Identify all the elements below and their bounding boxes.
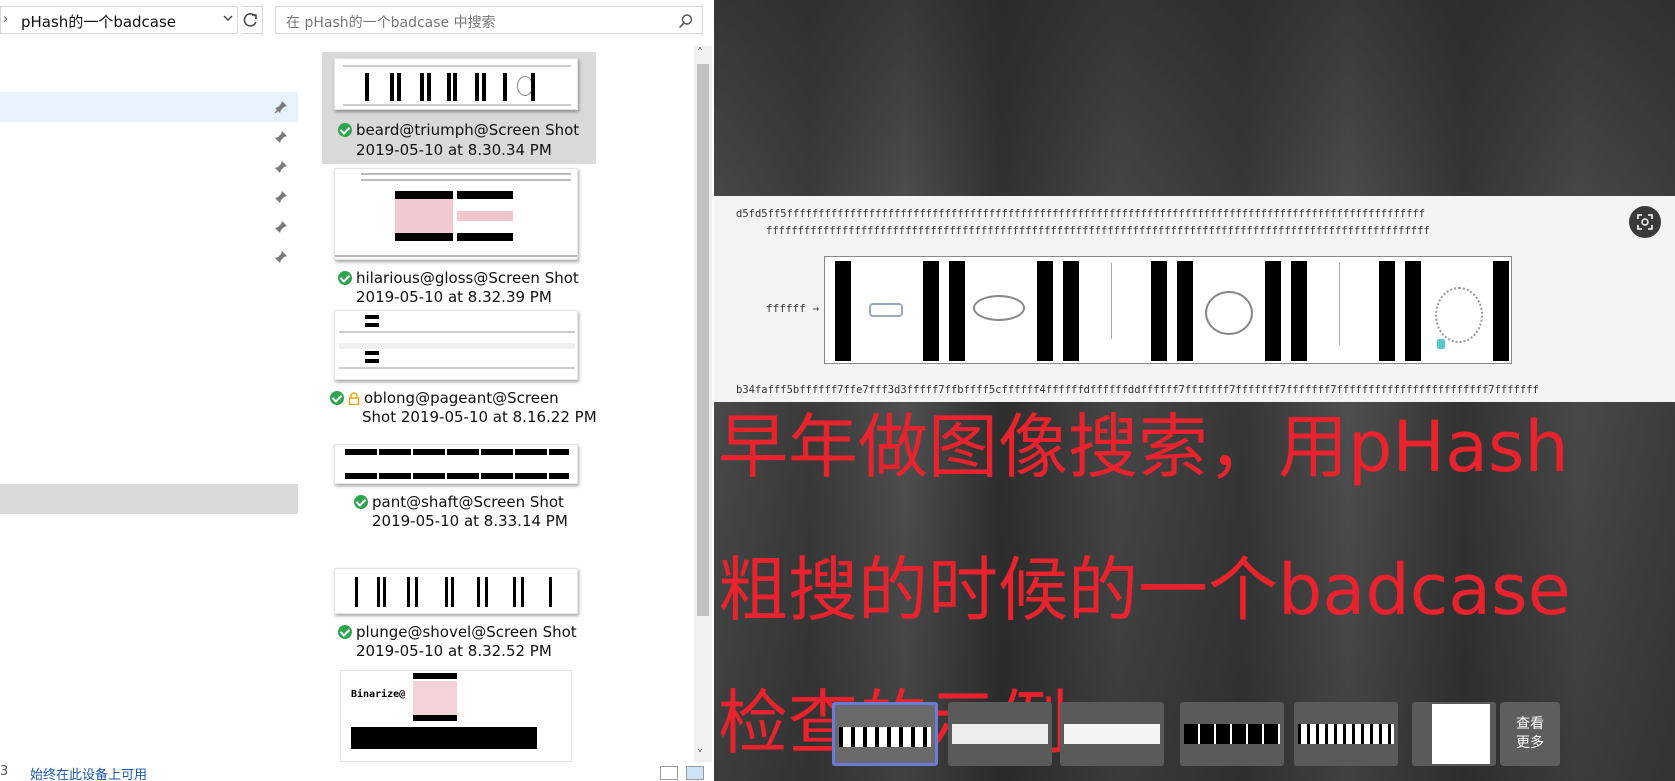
refresh-button[interactable] xyxy=(241,6,263,34)
file-name-line1: hilarious@gloss@Screen Shot xyxy=(356,269,579,287)
search-placeholder: 在 pHash的一个badcase 中搜索 xyxy=(286,15,496,31)
file-tile[interactable]: Binarize@ xyxy=(322,670,596,762)
file-thumbnail xyxy=(334,568,578,614)
search-input[interactable]: 在 pHash的一个badcase 中搜索 xyxy=(275,6,703,34)
file-name-line2: 2019-05-10 at 8.32.39 PM xyxy=(356,288,552,306)
file-name-line1: plunge@shovel@Screen Shot xyxy=(356,623,577,641)
vertical-scrollbar[interactable]: ˄ ˅ xyxy=(694,46,712,762)
lock-icon xyxy=(348,392,360,405)
hash-prefix: ffffff → xyxy=(766,302,819,315)
file-thumbnail: Binarize@ xyxy=(340,670,572,762)
status-count: 3 xyxy=(0,764,9,779)
file-name: oblong@pageant@Screen xyxy=(330,388,559,408)
overlay-caption-line-1: 早年做图像搜索，用pHash xyxy=(718,406,1569,488)
file-tile[interactable]: beard@triumph@Screen Shot 2019-05-10 at … xyxy=(322,52,596,164)
file-list: beard@triumph@Screen Shot 2019-05-10 at … xyxy=(300,46,694,762)
scan-icon xyxy=(1637,214,1653,230)
scrollbar-thumb[interactable] xyxy=(697,64,709,616)
chevron-right-icon[interactable]: › xyxy=(3,12,8,27)
file-name-line2: 2019-05-10 at 8.32.52 PM xyxy=(356,642,552,660)
filmstrip-thumbnail[interactable] xyxy=(1294,702,1398,766)
file-explorer: › pHash的一个badcase 在 pHash的一个badcase 中搜索 xyxy=(0,0,714,781)
hash-line-2: ffffffffffffffffffffffffffffffffffffffff… xyxy=(766,225,1430,237)
nav-item[interactable] xyxy=(0,182,298,212)
displayed-image: d5fd5ff5ffffffffffffffffffffffffffffffff… xyxy=(714,196,1675,402)
check-circle-icon xyxy=(338,123,352,137)
filmstrip-thumbnail[interactable] xyxy=(1060,702,1164,766)
file-thumbnail xyxy=(334,168,578,260)
file-name: beard@triumph@Screen Shot xyxy=(338,120,579,140)
pin-icon[interactable] xyxy=(274,100,288,114)
file-thumbnail xyxy=(334,58,578,110)
nav-item-this-folder[interactable] xyxy=(0,484,298,514)
check-circle-icon xyxy=(338,271,352,285)
file-thumbnail xyxy=(334,444,578,484)
check-circle-icon xyxy=(338,625,352,639)
view-more-button[interactable]: 查看 更多 xyxy=(1500,702,1560,766)
filmstrip-thumbnail-selected[interactable] xyxy=(832,702,938,766)
image-viewer: d5fd5ff5ffffffffffffffffffffffffffffffff… xyxy=(714,0,1675,781)
address-bar[interactable]: › pHash的一个badcase xyxy=(0,6,238,34)
view-more-label-2: 更多 xyxy=(1516,735,1544,751)
filmstrip-thumbnail[interactable] xyxy=(1412,702,1496,766)
filmstrip-thumbnail[interactable] xyxy=(1180,702,1284,766)
scroll-up-icon[interactable]: ˄ xyxy=(697,46,703,60)
pin-icon[interactable] xyxy=(274,250,288,264)
nav-item[interactable] xyxy=(0,212,298,242)
file-tile[interactable]: pant@shaft@Screen Shot 2019-05-10 at 8.3… xyxy=(322,444,596,544)
file-name-line1: beard@triumph@Screen Shot xyxy=(356,121,580,139)
address-path: pHash的一个badcase xyxy=(21,13,177,31)
search-icon[interactable] xyxy=(678,13,694,29)
details-view-icon[interactable] xyxy=(660,766,678,780)
file-name-line1: pant@shaft@Screen Shot xyxy=(372,493,564,511)
file-name-line2: 2019-05-10 at 8.33.14 PM xyxy=(372,512,568,530)
pin-icon[interactable] xyxy=(274,190,288,204)
navigation-pane xyxy=(0,46,298,762)
nav-item[interactable] xyxy=(0,122,298,152)
overlay-caption-line-2: 粗搜的时候的一个badcase xyxy=(718,549,1571,631)
hash-line-3: b34fafff5bffffff7ffe7fff3d3fffff7ffbffff… xyxy=(736,384,1539,396)
pin-icon[interactable] xyxy=(274,130,288,144)
status-bar: 3 始终在此设备上可用 xyxy=(0,764,714,781)
file-name-line2: 2019-05-10 at 8.30.34 PM xyxy=(356,141,552,159)
file-name: pant@shaft@Screen Shot xyxy=(354,492,564,512)
file-name-line1: oblong@pageant@Screen xyxy=(364,389,559,407)
file-tile[interactable]: hilarious@gloss@Screen Shot 2019-05-10 a… xyxy=(322,166,596,306)
filmstrip-thumbnail[interactable] xyxy=(948,702,1052,766)
file-thumbnail xyxy=(334,310,578,380)
nav-item[interactable] xyxy=(0,242,298,272)
chevron-down-icon[interactable] xyxy=(223,13,233,23)
pin-icon[interactable] xyxy=(274,160,288,174)
file-name-line2: Shot 2019-05-10 at 8.16.22 PM xyxy=(362,408,597,426)
scroll-down-icon[interactable]: ˅ xyxy=(697,748,703,762)
availability-status[interactable]: 始终在此设备上可用 xyxy=(30,764,147,781)
file-tile[interactable]: plunge@shovel@Screen Shot 2019-05-10 at … xyxy=(322,568,596,668)
pin-icon[interactable] xyxy=(274,220,288,234)
file-tile[interactable]: oblong@pageant@Screen Shot 2019-05-10 at… xyxy=(322,310,597,430)
check-circle-icon xyxy=(354,495,368,509)
file-name: hilarious@gloss@Screen Shot xyxy=(338,268,579,288)
product-image-strip xyxy=(824,256,1512,364)
view-more-label-1: 查看 xyxy=(1516,716,1544,732)
file-name: plunge@shovel@Screen Shot xyxy=(338,622,577,642)
large-icons-view-icon[interactable] xyxy=(686,766,704,780)
binarize-label: Binarize@ xyxy=(351,689,406,700)
nav-item[interactable] xyxy=(0,152,298,182)
check-circle-icon xyxy=(330,391,344,405)
refresh-icon xyxy=(243,13,257,27)
visual-search-button[interactable] xyxy=(1629,206,1661,238)
hash-line-1: d5fd5ff5ffffffffffffffffffffffffffffffff… xyxy=(736,208,1426,220)
nav-item-quick-access[interactable] xyxy=(0,92,298,122)
